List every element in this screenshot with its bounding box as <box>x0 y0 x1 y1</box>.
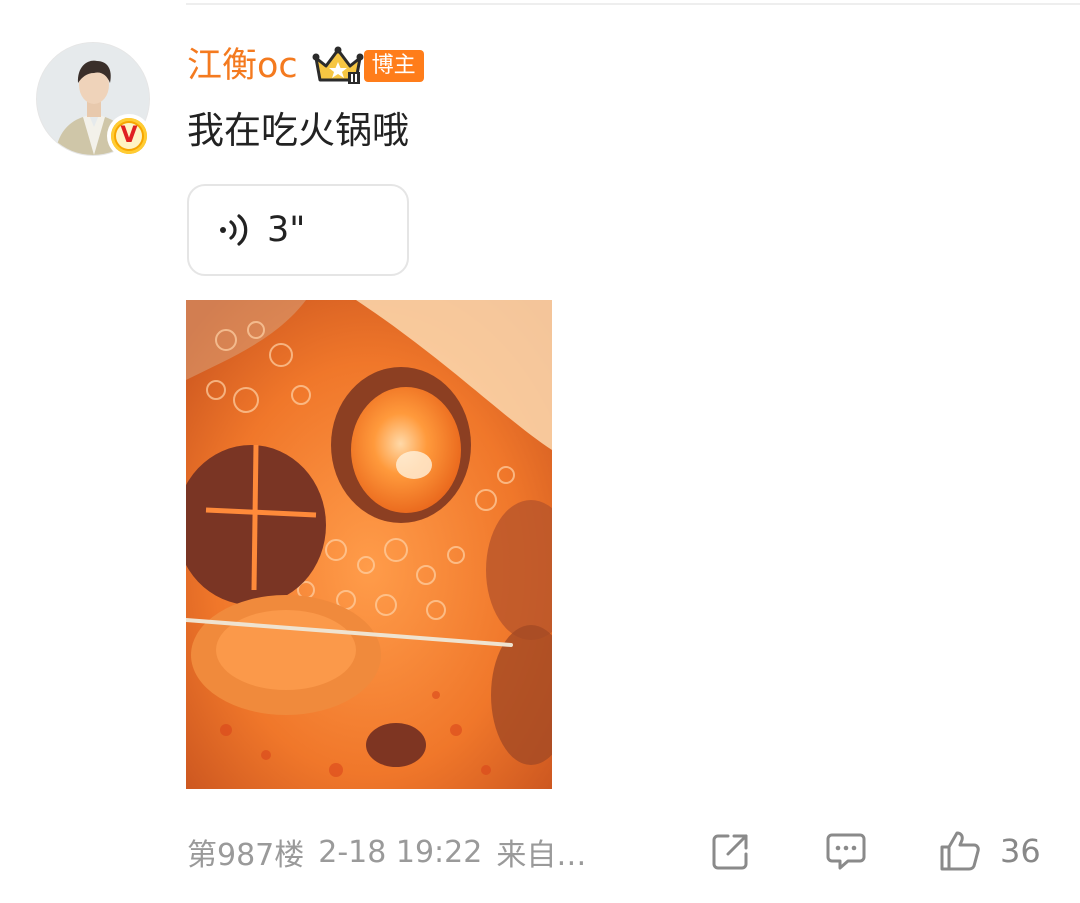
verified-v-icon: V <box>107 114 151 158</box>
post-meta: 第987楼 2-18 19:22 来自… <box>187 830 586 874</box>
share-icon <box>712 834 748 870</box>
author-row: 江衡oc 博主 <box>187 44 424 88</box>
like-count: 36 <box>1000 832 1041 870</box>
voice-message[interactable]: 3" <box>187 184 409 276</box>
comment-icon <box>826 833 866 870</box>
hotpot-photo[interactable] <box>186 300 552 789</box>
post-source[interactable]: 来自… <box>496 830 586 874</box>
thumbs-up-icon <box>940 831 980 871</box>
divider <box>186 3 1080 5</box>
voice-duration: 3" <box>267 210 306 250</box>
share-button[interactable] <box>710 826 752 876</box>
username[interactable]: 江衡oc <box>187 44 298 88</box>
like-button[interactable]: 36 <box>938 826 1041 876</box>
post-datetime: 2-18 19:22 <box>318 834 483 870</box>
crown-level-icon <box>312 46 364 84</box>
comment-button[interactable] <box>824 826 868 876</box>
comment-card: V 江衡oc 博主 我在吃火锅哦 3" 第987楼 2-18 19:22 来自…… <box>0 0 1080 903</box>
floor-number: 第987楼 <box>187 838 305 873</box>
voice-wave-icon <box>220 214 248 246</box>
post-text: 我在吃火锅哦 <box>187 109 409 152</box>
blogger-badge: 博主 <box>363 50 424 82</box>
